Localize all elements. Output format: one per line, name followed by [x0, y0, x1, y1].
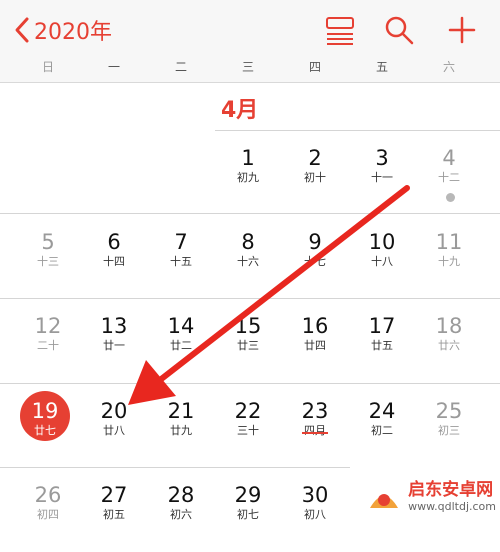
- site-watermark: 启东安卓网 www.qdltdj.com: [366, 480, 496, 514]
- annotation-arrow: [128, 185, 410, 405]
- watermark-title: 启东安卓网: [408, 480, 494, 500]
- watermark-url: www.qdltdj.com: [408, 500, 496, 513]
- watermark-logo-icon: [370, 494, 399, 508]
